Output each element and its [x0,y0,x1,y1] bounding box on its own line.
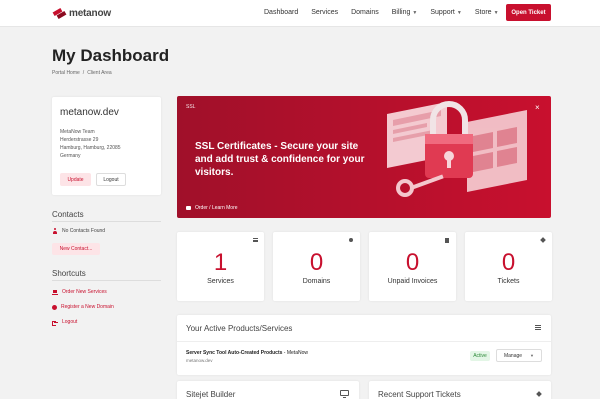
breadcrumb-home[interactable]: Portal Home [52,70,80,76]
chevron-down-icon: ▼ [493,9,499,16]
globe-icon [52,304,57,310]
stat-tile-unpaid-invoices[interactable]: 0 Unpaid Invoices [369,232,456,301]
brand-name: metanow [69,7,111,19]
stat-value: 0 [309,249,324,276]
shortcut-order-services[interactable]: Order New Services [52,289,107,295]
banner-link-label: Order / Learn More [195,205,238,211]
chevron-down-icon: ▼ [530,353,535,358]
product-vendor: - MetaNow [282,350,308,356]
no-contacts-message: No Contacts Found [52,228,105,234]
breadcrumb-separator: / [82,70,85,76]
address-line: MetaNow Team [60,129,95,135]
list-icon [253,238,258,242]
product-name: Server Sync Tool Auto-Created Products -… [186,350,308,356]
manage-button[interactable]: Manage ▼ [496,349,542,362]
ssl-promo-banner: SSL × SSL Certificates - Secure your sit… [177,96,551,218]
banner-learn-more-link[interactable]: Order / Learn More [186,205,238,211]
divider [52,221,161,222]
recent-tickets-panel: Recent Support Tickets [369,381,551,399]
divider [177,341,551,342]
stat-value: 0 [501,249,516,276]
page-title: My Dashboard [52,46,170,65]
shortcut-label: Register a New Domain [61,304,114,310]
logout-icon [52,320,58,326]
stat-label: Services [207,278,234,285]
nav-label: Services [311,9,339,16]
nav-label: Support [430,9,455,16]
tag-icon [536,391,542,397]
product-domain: metanow.dev [186,358,213,363]
nav-store[interactable]: Store ▼ [475,9,499,16]
active-products-panel: Your Active Products/Services Server Syn… [177,315,551,375]
product-title: Server Sync Tool Auto-Created Products [186,350,283,356]
breadcrumb-current: Client Area [87,70,112,76]
nav-label: Billing [391,9,411,16]
logout-button[interactable]: Logout [96,173,126,186]
sitejet-builder-panel: Sitejet Builder [177,381,359,399]
panel-title: Your Active Products/Services [186,324,293,333]
brand-logo[interactable]: metanow [52,6,111,20]
new-contact-button[interactable]: New Contact... [52,243,100,255]
nav-dashboard[interactable]: Dashboard [264,9,298,16]
user-icon [52,228,58,234]
stat-value: 1 [213,249,228,276]
chevron-down-icon: ▼ [412,9,418,16]
client-name: metanow.dev [60,107,119,118]
tag-icon [540,237,546,243]
manage-label: Manage [503,352,523,359]
shortcut-label: Logout [62,319,78,325]
cart-icon [52,289,58,295]
monitor-icon [340,390,349,398]
stat-label: Domains [302,278,331,285]
padlock-illustration [387,101,527,197]
banner-label: SSL [186,104,196,110]
address-line: Herderstrasse 29 [60,137,99,143]
nav-services[interactable]: Services [311,9,338,16]
stat-tile-tickets[interactable]: 0 Tickets [465,232,552,301]
invoice-icon [445,238,449,243]
stat-label: Unpaid Invoices [387,278,438,285]
breadcrumb: Portal Home / Client Area [52,70,112,76]
client-address: MetaNow Team Herderstrasse 29 Hamburg, H… [60,128,121,160]
panel-title: Sitejet Builder [186,390,236,399]
main-nav: Dashboard Services Domains Billing ▼ Supp… [264,9,512,16]
shortcut-label: Order New Services [62,289,107,295]
no-contacts-label: No Contacts Found [62,228,106,234]
address-line: Hamburg, Hamburg, 22085 [60,145,121,151]
stat-tile-services[interactable]: 1 Services [177,232,264,301]
nav-support[interactable]: Support ▼ [430,9,461,16]
nav-billing[interactable]: Billing ▼ [392,9,418,16]
panel-title: Recent Support Tickets [378,390,461,399]
stat-value: 0 [405,249,420,276]
shortcut-logout[interactable]: Logout [52,319,78,326]
stat-label: Tickets [497,278,520,285]
open-ticket-button[interactable]: Open Ticket [506,4,551,21]
stat-tile-domains[interactable]: 0 Domains [273,232,360,301]
update-button[interactable]: Update [60,173,91,186]
address-line: Germany [60,153,81,159]
list-icon[interactable] [535,325,541,330]
contacts-heading: Contacts [52,210,84,219]
nav-label: Domains [351,9,379,16]
shortcuts-heading: Shortcuts [52,269,86,278]
client-info-card: metanow.dev MetaNow Team Herderstrasse 2… [52,97,161,195]
nav-domains[interactable]: Domains [351,9,379,16]
top-navbar: metanow Dashboard Services Domains Billi… [0,0,600,27]
status-badge: Active [470,351,490,361]
banner-headline: SSL Certificates - Secure your site and … [195,141,365,178]
chevron-down-icon: ▼ [456,9,462,16]
nav-label: Store [474,9,492,16]
logo-icon [52,6,67,20]
nav-label: Dashboard [264,9,299,16]
globe-icon [349,238,353,242]
cart-icon [186,206,191,210]
divider [52,280,161,281]
shortcut-register-domain[interactable]: Register a New Domain [52,304,114,310]
